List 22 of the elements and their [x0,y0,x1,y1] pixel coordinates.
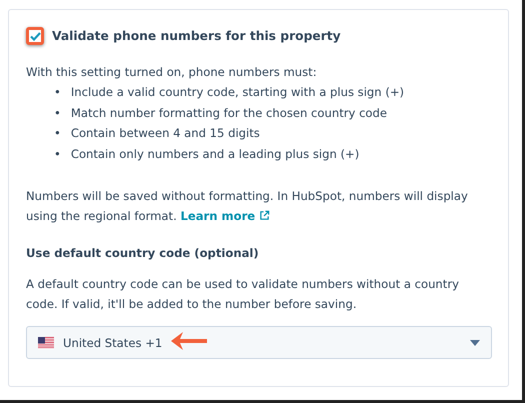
section-heading: Use default country code (optional) [26,246,260,260]
external-link-icon [259,210,270,221]
learn-more-link[interactable]: Learn more [180,209,270,223]
country-select[interactable]: United States +1 [26,326,492,359]
selected-value: United States +1 [63,336,162,350]
note-text: Numbers will be saved without formatting. In HubSpot, numbers will display using the regional format. Learn more [26,188,469,225]
rules-intro: With this setting turned on, phone numbers must: [26,64,318,81]
bullet: • [54,125,61,142]
help-text: A default country code can be used to validate numbers without a country code. If valid, it'll be added to the number before saving. [26,276,460,313]
bullet: • [54,146,61,162]
checkbox[interactable] [26,27,44,45]
annotation-arrow [169,330,209,352]
flag-icon [38,336,54,348]
rule-item: Match number formatting for the chosen country code [70,104,388,122]
rule-item: Contain between 4 and 15 digits [70,125,260,142]
bullet: • [54,84,61,101]
caret-icon [470,340,480,346]
bullet: • [54,104,61,122]
rule-item: Contain only numbers and a leading plus sign (+) [70,146,360,162]
check-icon [30,32,40,40]
rule-item: Include a valid country code, starting with a plus sign (+) [70,84,404,101]
checkbox-label: Validate phone numbers for this property [52,29,341,43]
